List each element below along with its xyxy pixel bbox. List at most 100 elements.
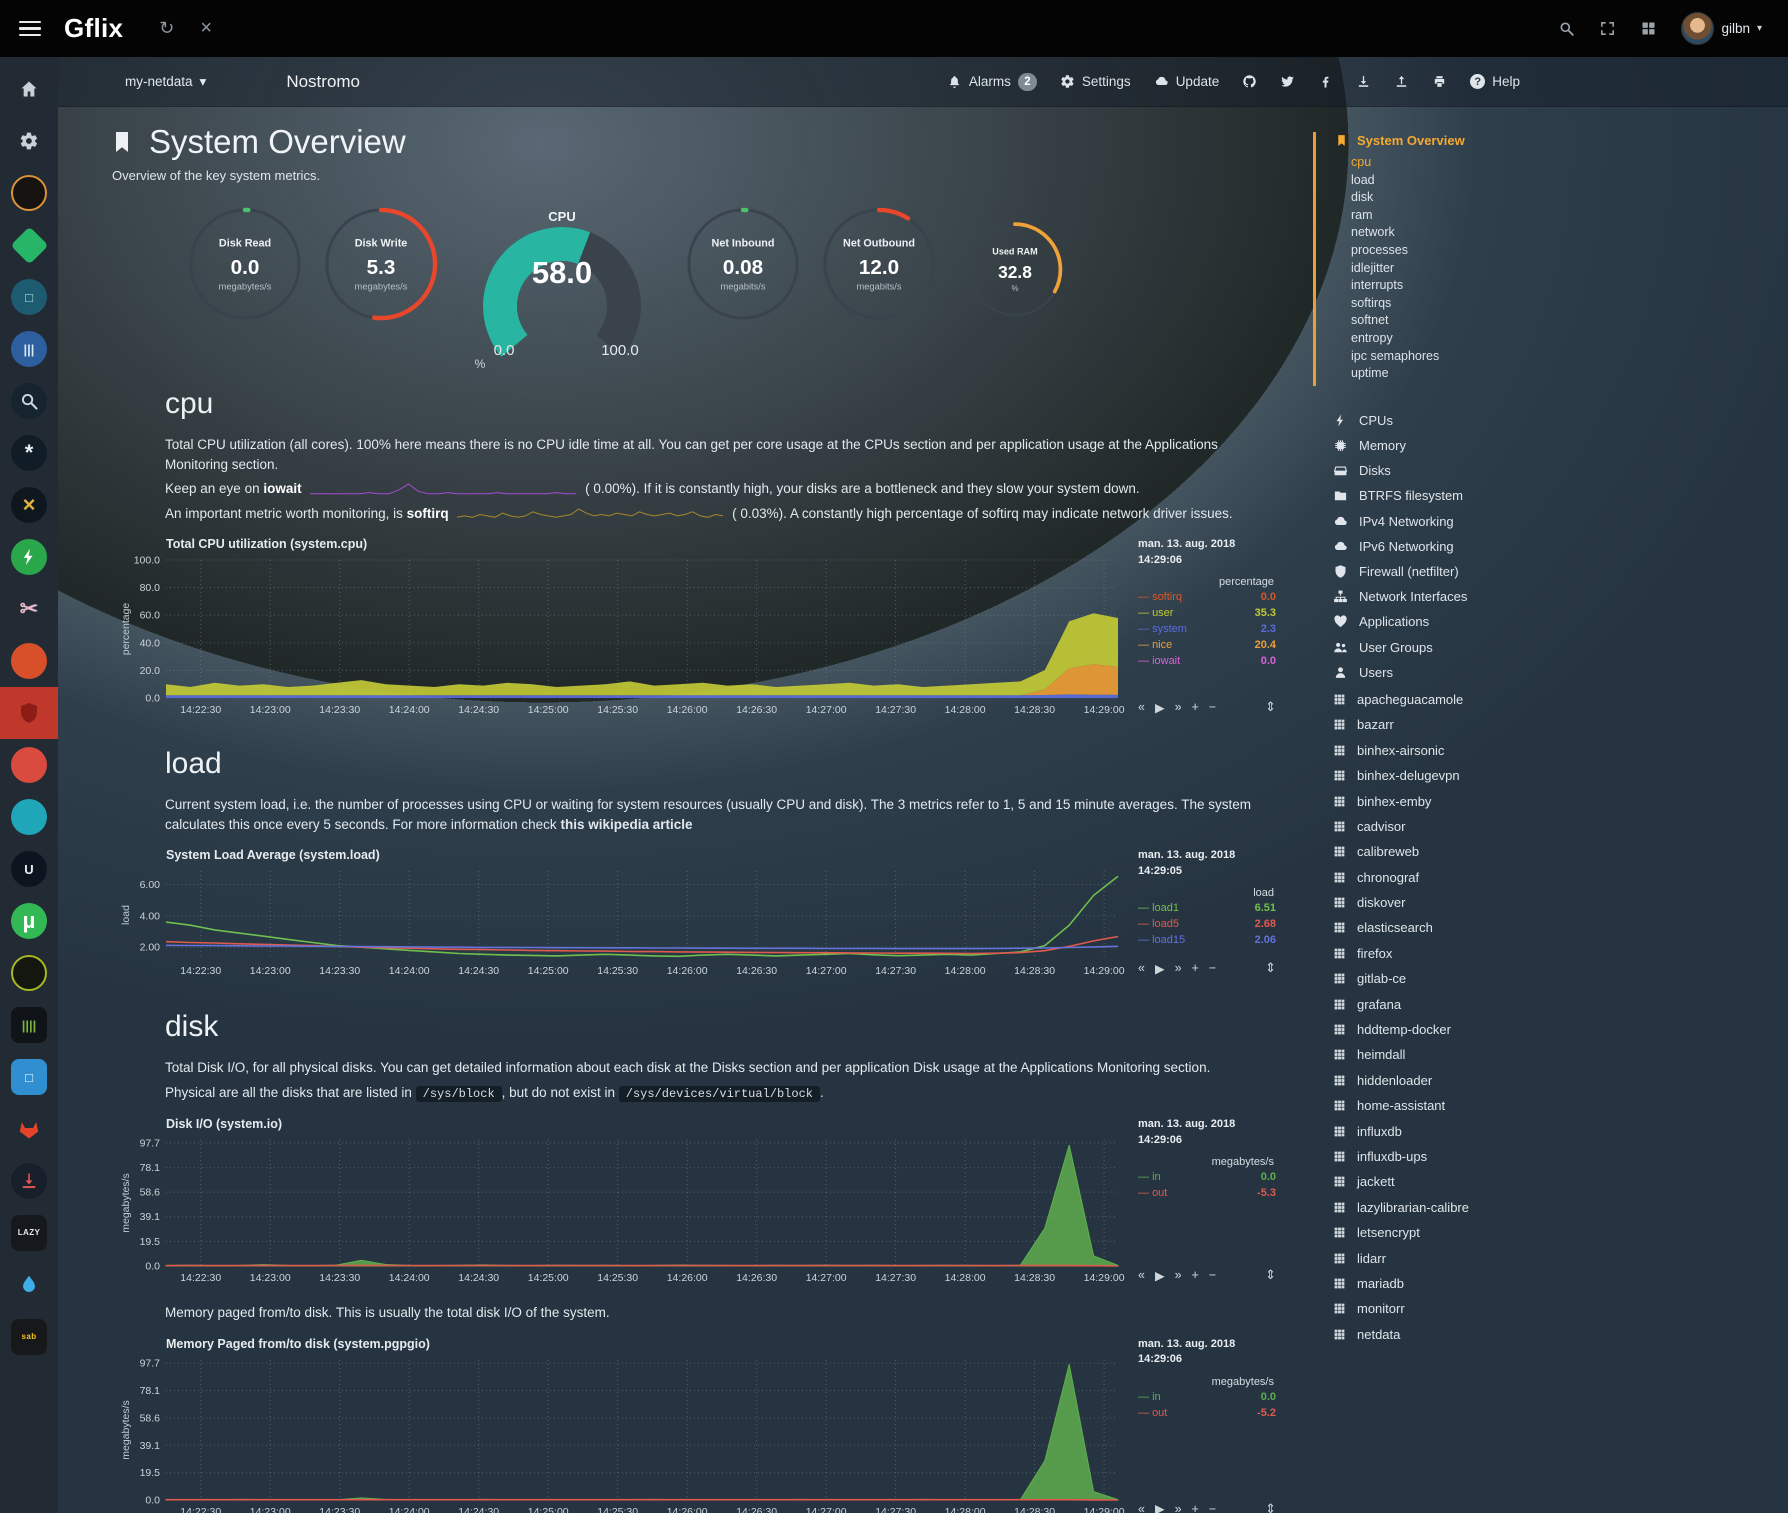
ring-gauge[interactable]: Disk Read 0.0 megabytes/s xyxy=(186,205,304,328)
menu-app-item[interactable]: letsencrypt xyxy=(1313,1220,1613,1245)
ring-gauge[interactable]: Disk Write 5.3 megabytes/s xyxy=(322,205,440,328)
app-shortcut[interactable] xyxy=(0,1259,58,1311)
menu-app-item[interactable]: lazylibrarian-calibre xyxy=(1313,1195,1613,1220)
zoom-out-button[interactable]: − xyxy=(1209,1502,1216,1513)
menu-app-item[interactable]: hddtemp-docker xyxy=(1313,1017,1613,1042)
app-shortcut[interactable] xyxy=(0,531,58,583)
menu-subitem[interactable]: network xyxy=(1351,224,1613,242)
resize-handle[interactable]: ⇕ xyxy=(1265,1267,1276,1283)
resize-handle[interactable]: ⇕ xyxy=(1265,960,1276,976)
menu-app-item[interactable]: binhex-emby xyxy=(1313,788,1613,813)
menu-app-item[interactable]: lidarr xyxy=(1313,1245,1613,1270)
menu-app-item[interactable]: hiddenloader xyxy=(1313,1068,1613,1093)
zoom-in-button[interactable]: + xyxy=(1192,961,1199,975)
pan-left-button[interactable]: « xyxy=(1138,961,1145,975)
app-shortcut[interactable] xyxy=(0,219,58,271)
menu-section-item[interactable]: IPv4 Networking xyxy=(1313,508,1613,533)
menu-subitem[interactable]: ram xyxy=(1351,207,1613,225)
legend-item[interactable]: in 0.0 xyxy=(1138,1170,1276,1186)
menu-app-item[interactable]: cadvisor xyxy=(1313,814,1613,839)
app-shortcut[interactable]: × xyxy=(0,479,58,531)
zoom-out-button[interactable]: − xyxy=(1209,1268,1216,1282)
menu-app-item[interactable]: mariadb xyxy=(1313,1271,1613,1296)
legend-item[interactable]: user 35.3 xyxy=(1138,606,1276,622)
menu-app-item[interactable]: jackett xyxy=(1313,1169,1613,1194)
menu-subitem[interactable]: ipc semaphores xyxy=(1351,348,1613,366)
menu-section-item[interactable]: User Groups xyxy=(1313,634,1613,659)
app-shortcut[interactable]: LAZY xyxy=(0,1207,58,1259)
menu-app-item[interactable]: diskover xyxy=(1313,890,1613,915)
menu-section-item[interactable]: Firewall (netfilter) xyxy=(1313,559,1613,584)
app-shortcut[interactable] xyxy=(0,947,58,999)
host-selector[interactable]: my-netdata ▾ xyxy=(125,74,206,90)
print-button[interactable] xyxy=(1432,74,1447,89)
zoom-out-button[interactable]: − xyxy=(1209,700,1216,714)
app-shortcut[interactable] xyxy=(0,115,58,167)
menu-subitem[interactable]: softirqs xyxy=(1351,295,1613,313)
fullscreen-icon[interactable] xyxy=(1599,20,1616,37)
zoom-in-button[interactable]: + xyxy=(1192,1268,1199,1282)
disk-chart-canvas[interactable]: 0.019.539.158.678.197.714:22:3014:23:001… xyxy=(118,1134,1126,1287)
wikipedia-link[interactable]: this wikipedia article xyxy=(560,817,692,832)
menu-app-item[interactable]: grafana xyxy=(1313,991,1613,1016)
legend-item[interactable]: load15 2.06 xyxy=(1138,933,1276,949)
pan-right-button[interactable]: » xyxy=(1175,700,1182,714)
app-shortcut[interactable] xyxy=(0,63,58,115)
pan-left-button[interactable]: « xyxy=(1138,1502,1145,1513)
menu-section-item[interactable]: Users xyxy=(1313,660,1613,685)
app-shortcut[interactable]: □ xyxy=(0,1051,58,1103)
load-chart-canvas[interactable]: 2.004.006.0014:22:3014:23:0014:23:3014:2… xyxy=(118,865,1126,980)
menu-subitem[interactable]: cpu xyxy=(1351,154,1613,172)
app-shortcut[interactable]: µ xyxy=(0,895,58,947)
legend-item[interactable]: nice 20.4 xyxy=(1138,638,1276,654)
ring-gauge[interactable]: Net Inbound 0.08 megabits/s xyxy=(684,205,802,343)
refresh-icon[interactable]: ↻ xyxy=(159,18,174,39)
zoom-out-button[interactable]: − xyxy=(1209,961,1216,975)
import-button[interactable] xyxy=(1394,74,1409,89)
menu-subitem[interactable]: entropy xyxy=(1351,330,1613,348)
app-shortcut[interactable]: * xyxy=(0,427,58,479)
app-shortcut[interactable]: |||| xyxy=(0,999,58,1051)
menu-section-item[interactable]: Memory xyxy=(1313,433,1613,458)
pan-right-button[interactable]: » xyxy=(1175,1502,1182,1513)
close-icon[interactable]: × xyxy=(200,17,212,40)
app-shortcut[interactable] xyxy=(0,635,58,687)
menu-app-item[interactable]: apacheguacamole xyxy=(1313,687,1613,712)
menu-subitem[interactable]: interrupts xyxy=(1351,277,1613,295)
ring-gauge[interactable]: Used RAM 32.8 % xyxy=(965,220,1064,323)
legend-item[interactable]: load1 6.51 xyxy=(1138,901,1276,917)
resize-handle[interactable]: ⇕ xyxy=(1265,699,1276,715)
zoom-in-button[interactable]: + xyxy=(1192,1502,1199,1513)
menu-app-item[interactable]: home-assistant xyxy=(1313,1093,1613,1118)
play-button[interactable]: ▶ xyxy=(1155,1268,1165,1283)
menu-app-item[interactable]: bazarr xyxy=(1313,712,1613,737)
twitter-button[interactable] xyxy=(1280,74,1295,89)
facebook-button[interactable] xyxy=(1318,74,1333,89)
menu-subitem[interactable]: idlejitter xyxy=(1351,260,1613,278)
github-button[interactable] xyxy=(1242,74,1257,89)
menu-app-item[interactable]: netdata xyxy=(1313,1322,1613,1347)
legend-item[interactable]: in 0.0 xyxy=(1138,1390,1276,1406)
menu-app-item[interactable]: heimdall xyxy=(1313,1042,1613,1067)
menu-section-item[interactable]: BTRFS filesystem xyxy=(1313,483,1613,508)
play-button[interactable]: ▶ xyxy=(1155,961,1165,976)
menu-app-item[interactable]: monitorr xyxy=(1313,1296,1613,1321)
legend-item[interactable]: out -5.2 xyxy=(1138,1406,1276,1422)
menu-app-item[interactable]: binhex-airsonic xyxy=(1313,738,1613,763)
pan-right-button[interactable]: » xyxy=(1175,961,1182,975)
legend-item[interactable]: softirq 0.0 xyxy=(1138,590,1276,606)
app-shortcut[interactable]: U xyxy=(0,843,58,895)
ring-gauge[interactable]: Net Outbound 12.0 megabits/s xyxy=(820,205,938,343)
user-menu[interactable]: gilbn ▾ xyxy=(1681,12,1762,45)
pan-left-button[interactable]: « xyxy=(1138,700,1145,714)
menu-subitem[interactable]: disk xyxy=(1351,189,1613,207)
alarms-button[interactable]: Alarms 2 xyxy=(947,73,1037,91)
menu-app-item[interactable]: influxdb xyxy=(1313,1118,1613,1143)
menu-app-item[interactable]: elasticsearch xyxy=(1313,915,1613,940)
menu-subitem[interactable]: processes xyxy=(1351,242,1613,260)
update-button[interactable]: Update xyxy=(1154,74,1220,89)
app-shortcut[interactable] xyxy=(0,167,58,219)
resize-handle[interactable]: ⇕ xyxy=(1265,1501,1276,1513)
menu-subitem[interactable]: uptime xyxy=(1351,365,1613,383)
export-button[interactable] xyxy=(1356,74,1371,89)
